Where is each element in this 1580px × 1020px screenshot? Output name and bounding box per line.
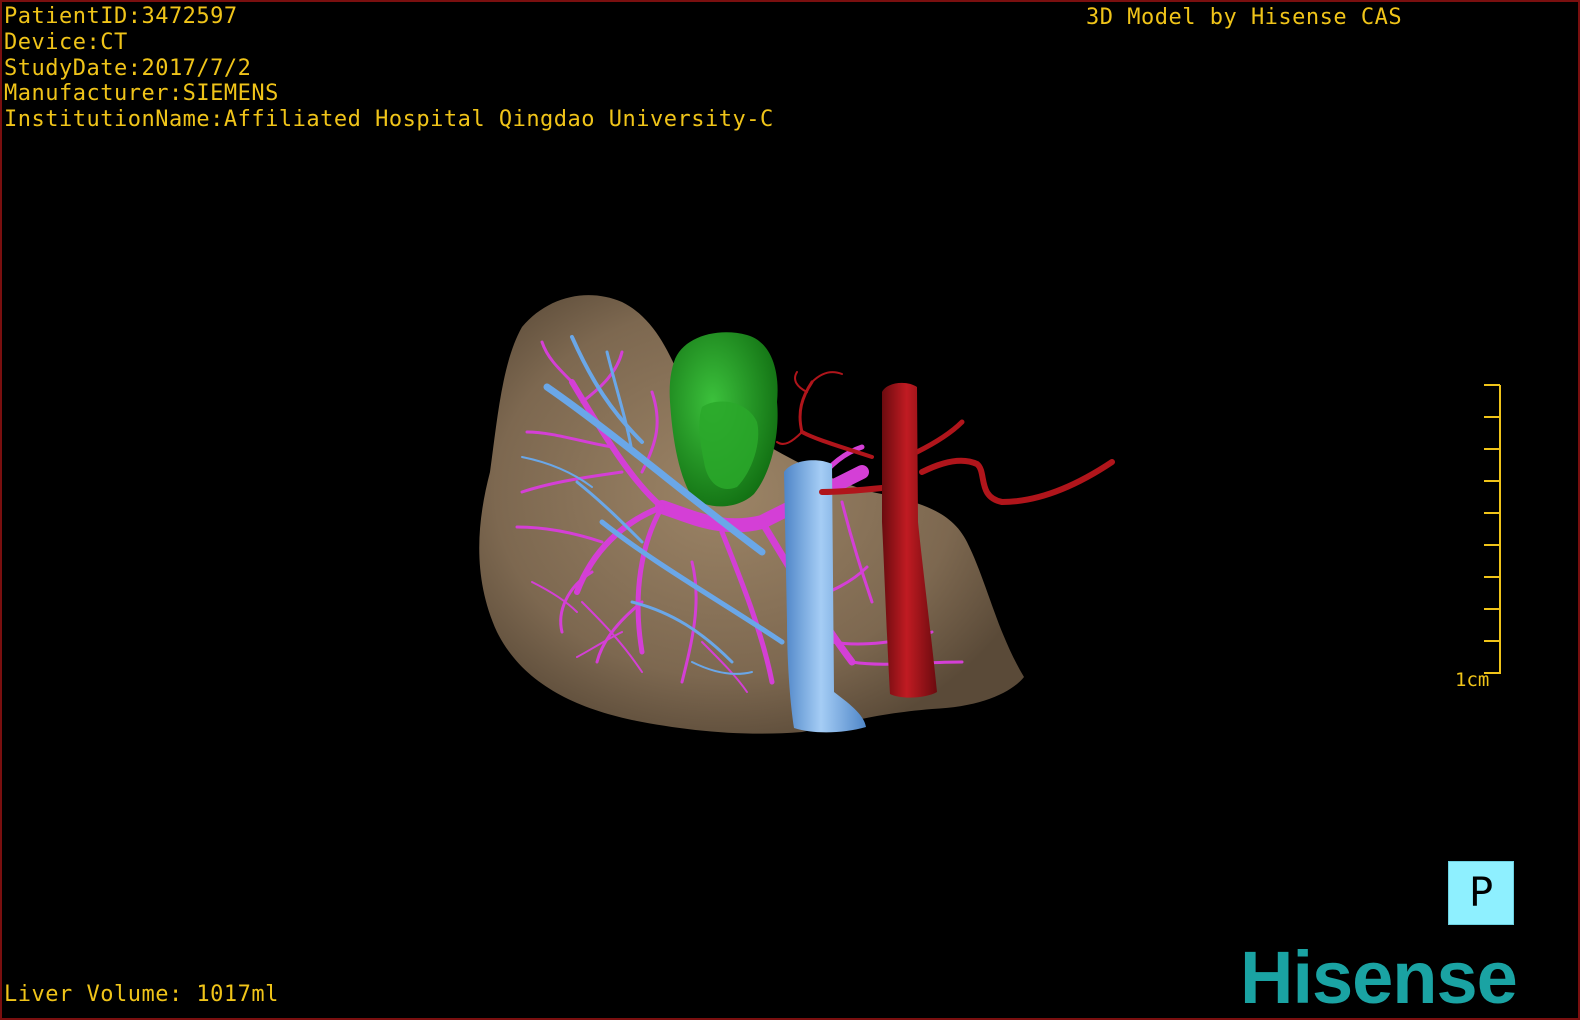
- scale-bar: [1484, 384, 1501, 674]
- orientation-button[interactable]: P: [1448, 861, 1514, 925]
- 3d-viewport[interactable]: PatientID:3472597 Device:CT StudyDate:20…: [0, 0, 1580, 1020]
- scale-label: 1cm: [1455, 669, 1490, 691]
- liver-volume-text: Liver Volume: 1017ml: [4, 982, 279, 1007]
- hisense-logo: Hisense: [1240, 936, 1518, 1019]
